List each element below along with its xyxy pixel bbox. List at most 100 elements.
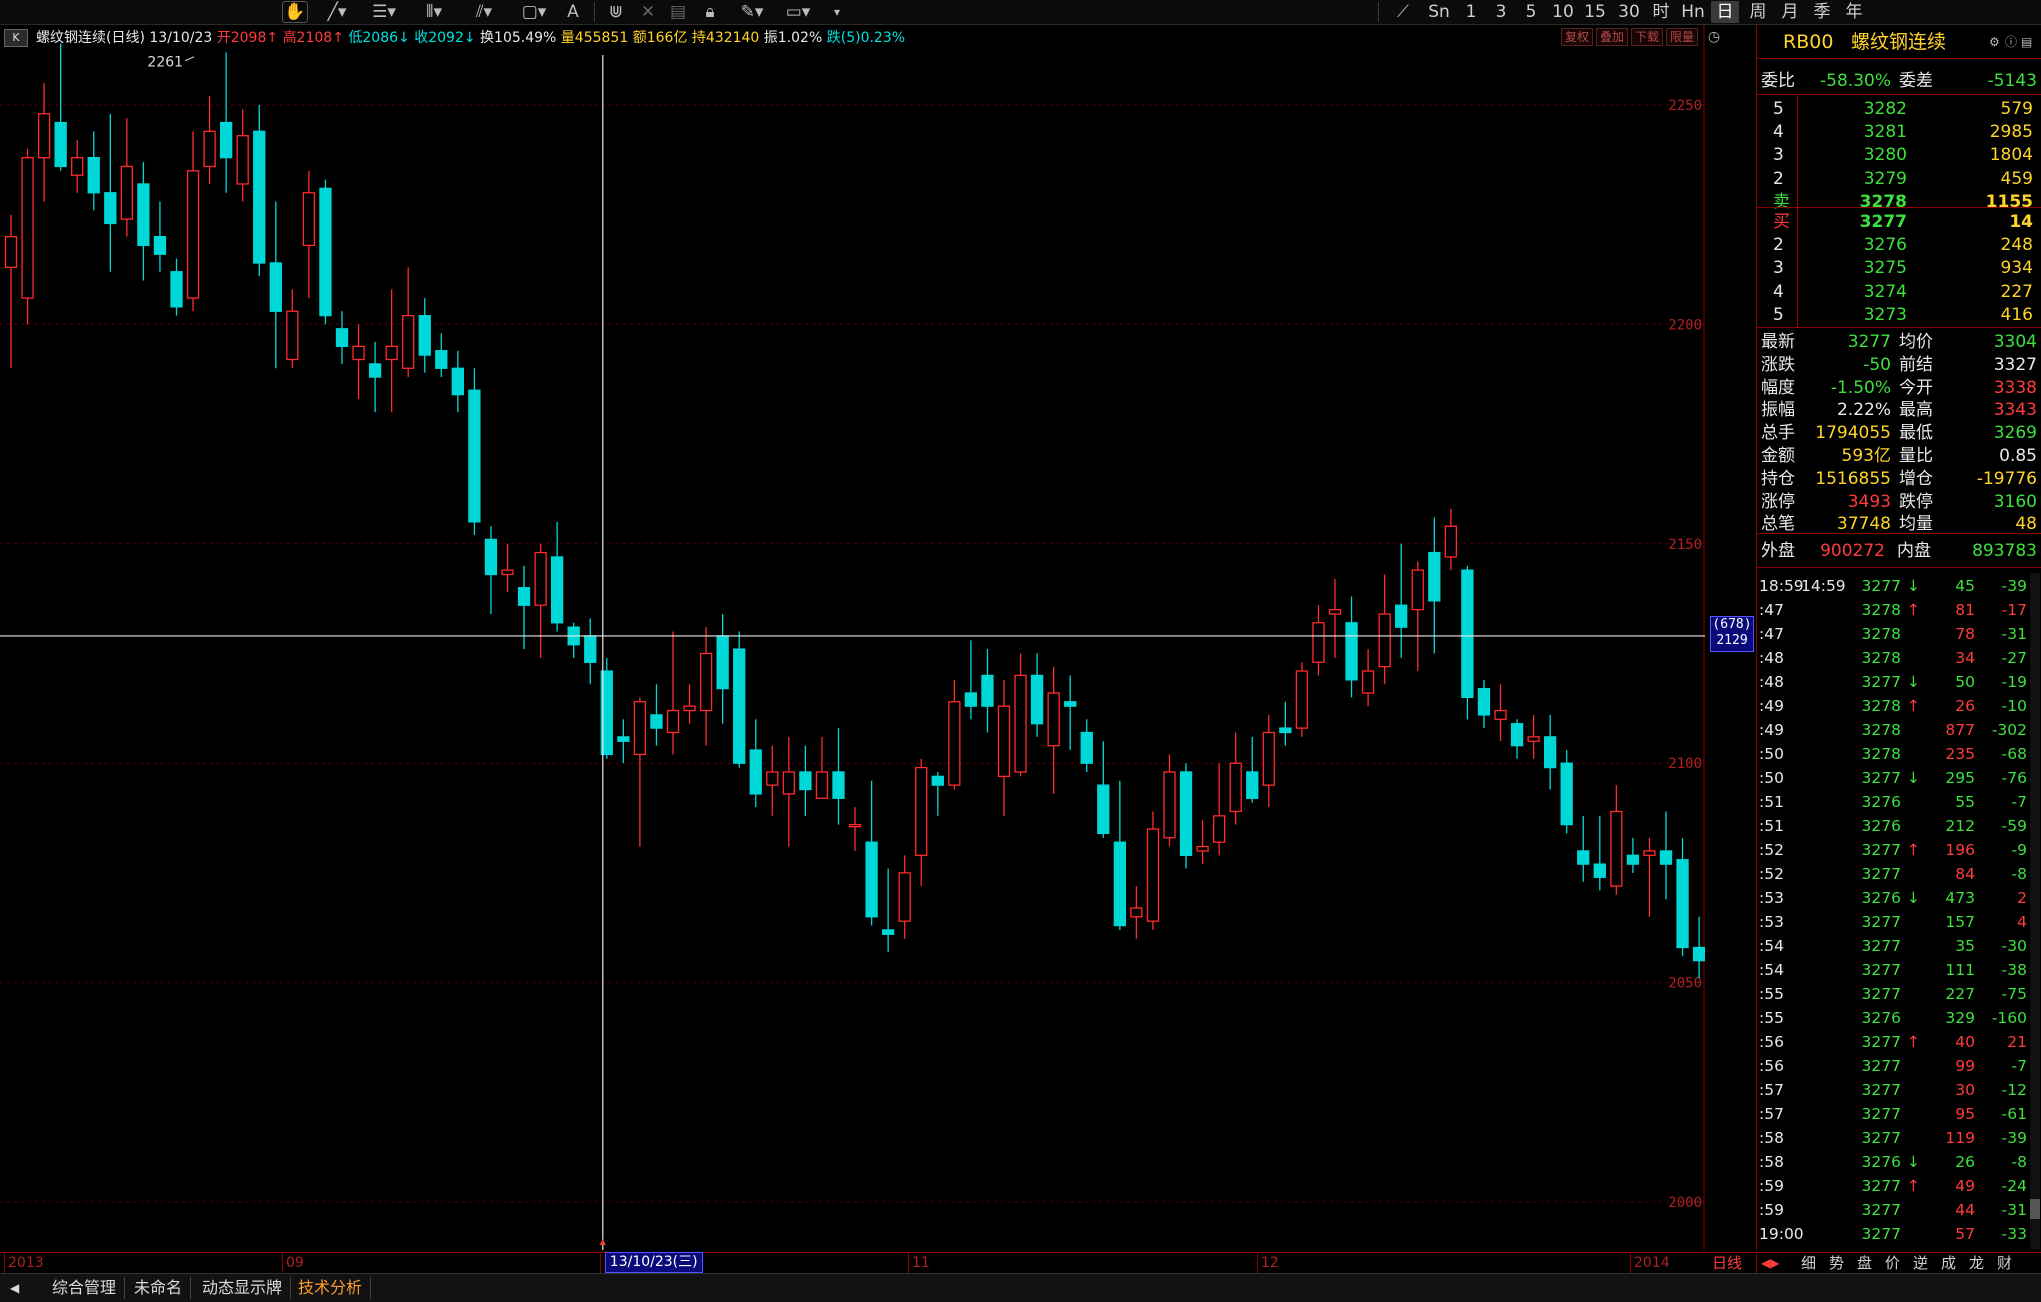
ask-row[interactable]: 卖 3278 1155	[1757, 191, 2041, 213]
panel-tab-4[interactable]: 逆	[1913, 1253, 1928, 1273]
period-1[interactable]: 1	[1458, 1, 1484, 23]
candle-down[interactable]	[1676, 859, 1689, 949]
candle-up[interactable]	[766, 771, 779, 786]
panel-tab-3[interactable]: 价	[1885, 1253, 1900, 1273]
candle-up[interactable]	[302, 192, 316, 247]
candle-down[interactable]	[335, 328, 349, 347]
period-13[interactable]: 年	[1840, 1, 1868, 23]
candle-down[interactable]	[1560, 762, 1573, 826]
candle-up[interactable]	[1411, 569, 1424, 611]
tick-row[interactable]: :47 3278 ↑ 81 -17	[1757, 599, 2041, 621]
candle-up[interactable]	[501, 569, 514, 576]
tick-row[interactable]: :48 3278 34 -27	[1757, 647, 2041, 669]
candle-up[interactable]	[352, 345, 365, 361]
candle-up[interactable]	[1295, 670, 1309, 729]
tick-row[interactable]: :54 3277 111 -38	[1757, 959, 2041, 981]
candle-up[interactable]	[21, 157, 34, 299]
candle-up[interactable]	[1610, 810, 1623, 887]
candle-down[interactable]	[1097, 784, 1110, 835]
chart-type-icon[interactable]: ⟋	[1390, 2, 1416, 22]
ask-row[interactable]: 5 3282 579	[1757, 98, 2041, 120]
candle-up[interactable]	[915, 766, 928, 856]
candle-down[interactable]	[418, 314, 431, 356]
candle-up[interactable]	[1643, 850, 1656, 856]
candle-up[interactable]	[633, 701, 647, 756]
candlestick-chart[interactable]: 20002050210021502200225022611993	[0, 25, 1705, 1250]
candle-down[interactable]	[1477, 687, 1491, 716]
panel-tab-7[interactable]: 财	[1997, 1253, 2012, 1273]
candle-down[interactable]	[832, 771, 845, 799]
candle-up[interactable]	[1014, 674, 1027, 773]
tick-row[interactable]: :54 3277 35 -30	[1757, 935, 2041, 957]
kline-badge[interactable]: K	[4, 29, 28, 47]
lock-icon[interactable]: 🔒︎	[698, 2, 722, 22]
candle-down[interactable]	[882, 929, 895, 935]
panel-tab-1[interactable]: 势	[1829, 1253, 1844, 1273]
candle-up[interactable]	[1262, 731, 1275, 786]
cycle-tool-icon[interactable]: ⦀▾	[416, 2, 452, 22]
tick-row[interactable]: :59 3277 44 -31	[1757, 1199, 2041, 1221]
candle-down[interactable]	[981, 674, 994, 707]
workspace-tab-3[interactable]: 技术分析	[290, 1277, 372, 1299]
candle-up[interactable]	[898, 872, 911, 922]
candle-down[interactable]	[1428, 551, 1441, 602]
candle-down[interactable]	[253, 130, 266, 264]
candle-down[interactable]	[368, 363, 382, 378]
candle-down[interactable]	[1577, 850, 1590, 865]
ask-row[interactable]: 4 3281 2985	[1757, 121, 2041, 143]
tick-row[interactable]: :59 3277 ↑ 49 -24	[1757, 1175, 2041, 1197]
candle-down[interactable]	[451, 367, 465, 396]
clock-icon[interactable]: ◷	[1705, 29, 1723, 45]
channel-tool-icon[interactable]: ⫽▾	[466, 2, 502, 22]
tick-row[interactable]: :52 3277 84 -8	[1757, 863, 2041, 885]
candle-down[interactable]	[435, 350, 448, 369]
candle-up[interactable]	[948, 701, 961, 786]
candle-up[interactable]	[782, 771, 795, 795]
candle-up[interactable]	[699, 652, 713, 712]
candle-down[interactable]	[1510, 723, 1524, 747]
candle-up[interactable]	[1146, 828, 1160, 922]
tab-prev-icon[interactable]: ◀▶	[1761, 1253, 1779, 1273]
candle-down[interactable]	[1659, 850, 1673, 865]
period-8[interactable]: Hn	[1680, 1, 1706, 23]
candle-down[interactable]	[153, 235, 167, 255]
candle-down[interactable]	[1179, 771, 1193, 856]
tick-row[interactable]: :56 3277 ↑ 40 21	[1757, 1031, 2041, 1053]
candle-down[interactable]	[1692, 946, 1705, 962]
candle-down[interactable]	[964, 692, 978, 707]
candle-up[interactable]	[1047, 692, 1060, 747]
pen-tool-icon[interactable]: ✎▾	[734, 2, 770, 22]
period-2[interactable]: 3	[1488, 1, 1514, 23]
tick-row[interactable]: :51 3276 212 -59	[1757, 815, 2041, 837]
candle-up[interactable]	[71, 157, 84, 176]
candle-up[interactable]	[1527, 736, 1540, 742]
candle-up[interactable]	[815, 771, 829, 799]
candle-down[interactable]	[1080, 731, 1093, 764]
candle-down[interactable]	[87, 157, 100, 194]
tick-row[interactable]: :49 3278 877 -302	[1757, 719, 2041, 741]
panel-tab-6[interactable]: 龙	[1969, 1253, 1984, 1273]
period-11[interactable]: 月	[1776, 1, 1804, 23]
candle-down[interactable]	[54, 121, 67, 168]
candle-down[interactable]	[733, 648, 746, 764]
tick-row[interactable]: 18:59 14:59 3277 ↓ 45 -39	[1757, 575, 2041, 597]
candle-up[interactable]	[1361, 670, 1375, 694]
settings-icon[interactable]: ⚙	[1989, 29, 2000, 55]
candle-down[interactable]	[1113, 841, 1126, 927]
candle-up[interactable]	[1229, 762, 1242, 813]
candle-up[interactable]	[186, 170, 200, 299]
candle-down[interactable]	[468, 389, 481, 523]
candle-down[interactable]	[931, 775, 944, 786]
hand-tool-icon[interactable]: ✋	[282, 1, 308, 23]
candle-down[interactable]	[551, 556, 564, 624]
candle-down[interactable]	[269, 262, 282, 312]
trash-icon[interactable]: ▤	[666, 2, 690, 22]
period-7[interactable]: 时	[1648, 1, 1674, 23]
tick-row[interactable]: :48 3277 ↓ 50 -19	[1757, 671, 2041, 693]
bid-row[interactable]: 3 3275 934	[1757, 257, 2041, 279]
candle-up[interactable]	[1163, 771, 1176, 839]
period-4[interactable]: 10	[1548, 1, 1578, 23]
tick-row[interactable]: :58 3276 ↓ 26 -8	[1757, 1151, 2041, 1173]
candle-up[interactable]	[4, 235, 18, 269]
tabs-left-arrow-icon[interactable]: ◀	[2, 1277, 27, 1299]
